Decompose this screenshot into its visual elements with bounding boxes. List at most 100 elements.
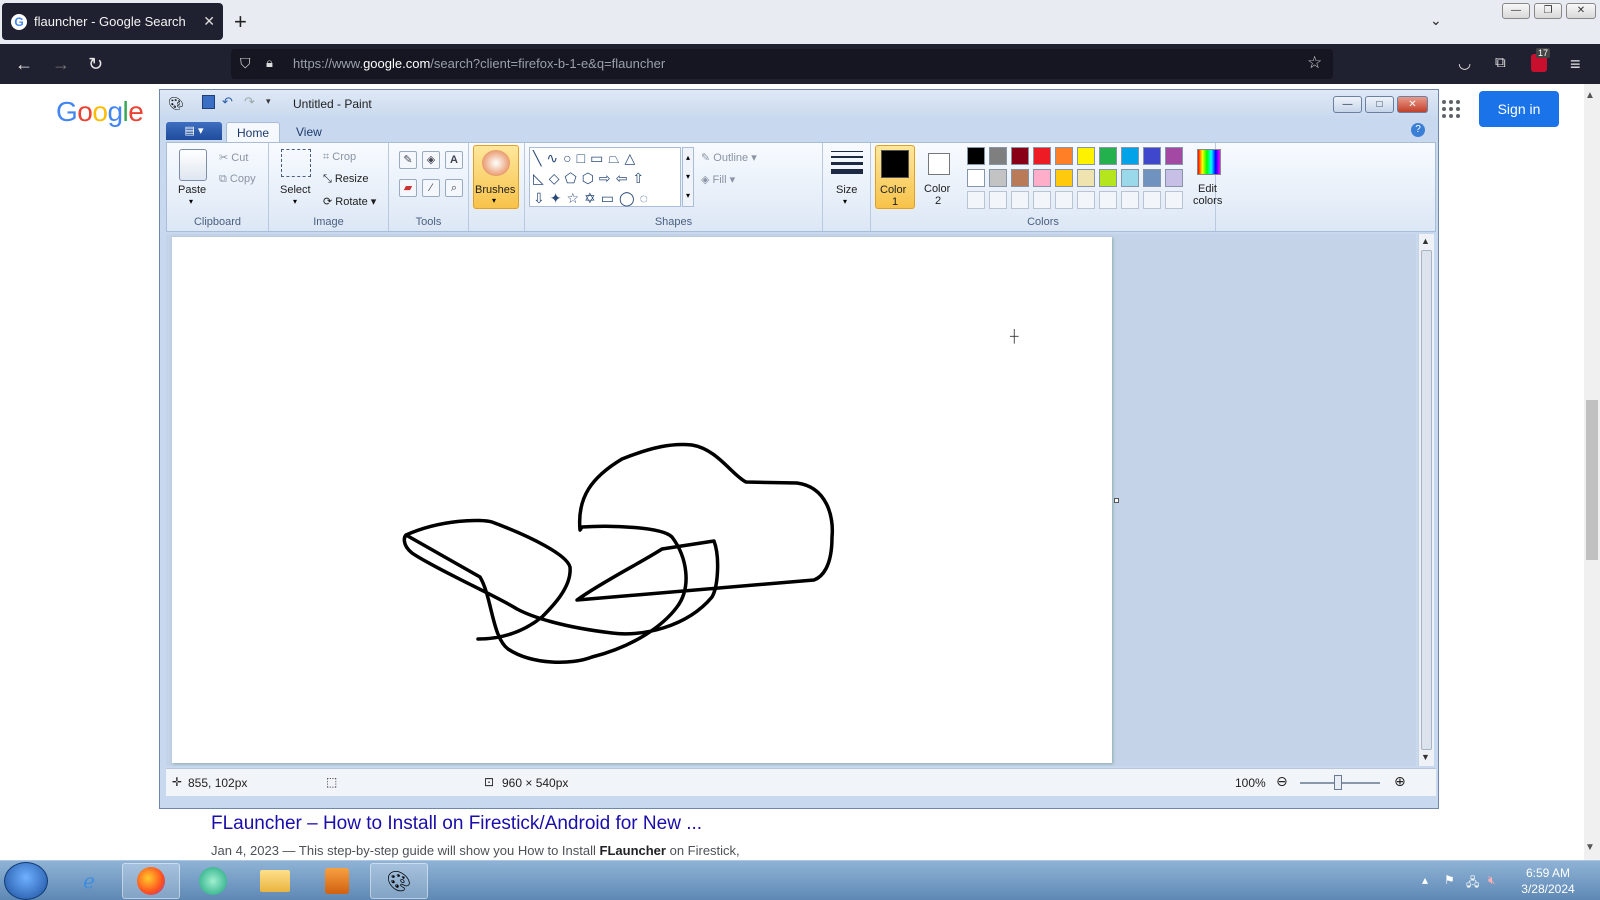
- palette-swatch[interactable]: [1143, 169, 1161, 187]
- palette-swatch[interactable]: [967, 169, 985, 187]
- tab-home[interactable]: Home: [226, 122, 281, 143]
- paint-scroll-up-icon[interactable]: ▲: [1421, 236, 1430, 246]
- custom-color-slot[interactable]: [989, 191, 1007, 209]
- menu-hamburger-icon[interactable]: ≡: [1570, 54, 1581, 75]
- text-tool-icon[interactable]: A: [445, 151, 463, 169]
- palette-swatch[interactable]: [1121, 169, 1139, 187]
- firefox-icon[interactable]: [122, 863, 180, 899]
- scrollbar-thumb[interactable]: [1586, 400, 1598, 560]
- page-scrollbar[interactable]: ▲ ▼: [1584, 84, 1600, 860]
- paint-scroll-down-icon[interactable]: ▼: [1421, 752, 1430, 762]
- custom-color-slot[interactable]: [967, 191, 985, 209]
- paint-title-bar[interactable]: 🎨︎ ↶ ↷ ▾ Untitled - Paint — □ ✕: [160, 90, 1438, 118]
- paint-app-icon[interactable]: 🎨︎: [168, 96, 185, 112]
- close-window-button[interactable]: ✕: [1566, 3, 1596, 19]
- custom-color-slot[interactable]: [1055, 191, 1073, 209]
- network-icon[interactable]: 🖧︎: [1466, 873, 1479, 894]
- custom-color-slot[interactable]: [1143, 191, 1161, 209]
- color2-button[interactable]: Color 2: [919, 145, 959, 209]
- palette-swatch[interactable]: [1033, 169, 1051, 187]
- select-dropdown-icon[interactable]: ▾: [293, 197, 297, 206]
- zoom-in-icon[interactable]: ⊕: [1394, 773, 1406, 790]
- restore-window-button[interactable]: ❐: [1534, 3, 1562, 19]
- shield-icon[interactable]: ⛉: [240, 55, 251, 72]
- palette-swatch[interactable]: [1165, 169, 1183, 187]
- cut-button[interactable]: ✂ Cut: [219, 151, 248, 164]
- undo-icon[interactable]: ↶: [222, 94, 233, 110]
- size-dropdown-icon[interactable]: ▾: [843, 197, 847, 206]
- color1-button[interactable]: Color 1: [875, 145, 915, 209]
- custom-color-slot[interactable]: [1077, 191, 1095, 209]
- palette-swatch[interactable]: [1011, 147, 1029, 165]
- scroll-up-arrow-icon[interactable]: ▲: [1585, 90, 1595, 101]
- back-arrow-icon[interactable]: ←: [15, 54, 33, 75]
- volume-muted-icon[interactable]: 🔇︎: [1488, 873, 1496, 888]
- palette-swatch[interactable]: [1077, 147, 1095, 165]
- google-apps-icon[interactable]: [1442, 100, 1460, 118]
- start-button[interactable]: [4, 862, 48, 900]
- list-all-tabs-chevron-icon[interactable]: ⌄: [1430, 12, 1442, 29]
- internet-explorer-icon[interactable]: ℯ: [60, 863, 118, 899]
- minimize-window-button[interactable]: —: [1502, 3, 1530, 19]
- close-tab-icon[interactable]: ✕: [203, 13, 215, 30]
- media-player-icon[interactable]: [308, 863, 366, 899]
- canvas-resize-handle[interactable]: [1114, 498, 1119, 503]
- palette-swatch[interactable]: [1121, 147, 1139, 165]
- redo-icon[interactable]: ↷: [244, 94, 255, 110]
- paint-minimize-button[interactable]: —: [1333, 96, 1362, 113]
- copy-button[interactable]: ⧉ Copy: [219, 173, 256, 186]
- paint-vertical-scrollbar[interactable]: ▲ ▼: [1418, 234, 1434, 766]
- new-tab-button[interactable]: +: [234, 9, 247, 35]
- custom-color-slot[interactable]: [1033, 191, 1051, 209]
- pocket-icon[interactable]: ◡: [1458, 54, 1471, 72]
- chat-app-icon[interactable]: [184, 863, 242, 899]
- browser-tab[interactable]: G flauncher - Google Search ✕: [2, 3, 223, 40]
- paint-taskbar-icon[interactable]: 🎨︎: [370, 863, 428, 899]
- drawing-canvas[interactable]: ┼: [172, 237, 1112, 763]
- url-bar[interactable]: ⛉ 🔒︎ https://www.google.com/search?clien…: [231, 49, 1333, 79]
- palette-swatch[interactable]: [989, 147, 1007, 165]
- pencil-icon[interactable]: ✎: [399, 151, 417, 169]
- scroll-down-arrow-icon[interactable]: ▼: [1585, 842, 1595, 853]
- quick-access-dropdown-icon[interactable]: ▾: [266, 96, 271, 107]
- paste-dropdown-icon[interactable]: ▾: [189, 197, 193, 206]
- outline-button[interactable]: ✎ Outline ▾: [701, 151, 757, 164]
- edit-colors-button[interactable]: Edit colors: [1193, 145, 1223, 209]
- brushes-button[interactable]: Brushes ▾: [473, 145, 519, 209]
- file-explorer-icon[interactable]: [246, 863, 304, 899]
- magnifier-icon[interactable]: ⌕: [445, 179, 463, 197]
- extensions-icon[interactable]: ⧉: [1495, 54, 1506, 71]
- paint-file-menu-button[interactable]: ▤ ▾: [166, 122, 222, 140]
- help-icon[interactable]: ?: [1411, 123, 1425, 137]
- custom-color-slot[interactable]: [1099, 191, 1117, 209]
- paint-scrollbar-thumb[interactable]: [1421, 250, 1432, 750]
- crop-button[interactable]: ⌗ Crop: [323, 151, 356, 164]
- select-icon[interactable]: [281, 149, 311, 177]
- custom-color-slot[interactable]: [1121, 191, 1139, 209]
- size-icon[interactable]: [831, 151, 863, 174]
- select-button[interactable]: Select: [280, 184, 311, 196]
- fill-button[interactable]: ◈ Fill ▾: [701, 173, 735, 186]
- eraser-icon[interactable]: ▰: [399, 179, 417, 197]
- palette-swatch[interactable]: [1055, 147, 1073, 165]
- zoom-slider-thumb[interactable]: [1334, 775, 1342, 790]
- sign-in-button[interactable]: Sign in: [1479, 91, 1559, 127]
- palette-swatch[interactable]: [1033, 147, 1051, 165]
- forward-arrow-icon[interactable]: →: [52, 54, 70, 75]
- size-button[interactable]: Size: [836, 184, 857, 196]
- lock-icon[interactable]: 🔒︎: [266, 55, 273, 71]
- palette-swatch[interactable]: [1099, 147, 1117, 165]
- save-icon[interactable]: [202, 95, 215, 109]
- palette-swatch[interactable]: [1099, 169, 1117, 187]
- color-picker-icon[interactable]: ⁄: [422, 179, 440, 197]
- shapes-gallery-scroll[interactable]: ▴ ▾ ▾: [682, 147, 694, 207]
- bookmark-star-icon[interactable]: ☆: [1307, 53, 1322, 73]
- paint-close-button[interactable]: ✕: [1397, 96, 1428, 113]
- palette-swatch[interactable]: [1055, 169, 1073, 187]
- custom-color-slot[interactable]: [1011, 191, 1029, 209]
- paste-icon[interactable]: [179, 149, 207, 181]
- paint-maximize-button[interactable]: □: [1365, 96, 1394, 113]
- fill-bucket-icon[interactable]: ◈: [422, 151, 440, 169]
- palette-swatch[interactable]: [1011, 169, 1029, 187]
- reload-icon[interactable]: ↻: [88, 54, 103, 75]
